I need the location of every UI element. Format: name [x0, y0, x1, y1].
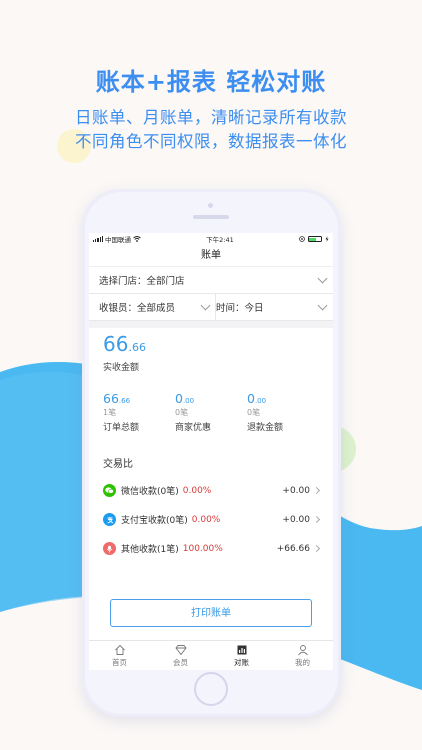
stat-merchant-discount: 0.00 0笔 商家优惠: [175, 391, 212, 433]
wifi-icon: [133, 236, 141, 242]
promo-subtitle-2: 不同角色不同权限，数据报表一体化: [75, 132, 347, 151]
member-icon: [174, 644, 187, 655]
phone-camera: [208, 203, 213, 208]
stat-refund-amount: 0.00 0笔 退款金额: [247, 391, 284, 433]
phone-speaker: [193, 215, 229, 219]
tab-report[interactable]: 对账: [211, 641, 272, 670]
actual-income-block: 66.66 实收金额: [89, 328, 333, 381]
actual-income-value: 66.66: [103, 332, 146, 356]
chevron-down-icon: [200, 300, 211, 310]
status-time: 下午2:41: [206, 236, 234, 244]
other-pay-icon: [103, 542, 116, 555]
page-title: 账单: [89, 245, 333, 267]
report-icon: [237, 645, 246, 654]
trade-ratio-title: 交易比: [103, 459, 133, 470]
tab-home[interactable]: 首页: [89, 641, 150, 670]
app-screen: 中国联通 下午2:41 账单 选择门店：全部门店 收银员：全部成员 时间：今日 …: [89, 233, 333, 670]
stat-order-total: 66.66 1笔 订单总额: [103, 391, 140, 433]
actual-income-label: 实收金额: [103, 363, 140, 373]
store-filter[interactable]: 选择门店：全部门店: [89, 267, 333, 294]
tab-bar: 首页 会员 对账 我的: [89, 640, 333, 670]
alipay-icon: [103, 513, 116, 526]
trade-row-other[interactable]: 其他收款(1笔) 100.00% +66.66: [89, 534, 333, 563]
time-filter-label: 时间：今日: [216, 303, 264, 314]
wechat-icon: [103, 484, 116, 497]
tab-member[interactable]: 会员: [150, 641, 211, 670]
profile-icon: [297, 644, 308, 655]
signal-icon: [93, 236, 103, 242]
trade-row-alipay[interactable]: 支付宝收款(0笔) 0.00% +0.00: [89, 505, 333, 534]
home-icon: [114, 644, 125, 655]
charging-icon: [325, 236, 329, 242]
chevron-right-icon: [312, 515, 321, 524]
chevron-down-icon: [317, 273, 328, 283]
trade-name: 其他收款(1笔): [121, 545, 179, 555]
print-bill-button[interactable]: 打印账单: [110, 599, 312, 627]
promo-headline: 账本+报表 轻松对账: [95, 68, 327, 96]
trade-row-wechat[interactable]: 微信收款(0笔) 0.00% +0.00: [89, 476, 333, 505]
chevron-down-icon: [317, 300, 328, 310]
trade-name: 微信收款(0笔): [121, 487, 179, 497]
trade-amount: +66.66: [276, 543, 310, 554]
trade-amount: +0.00: [282, 485, 310, 496]
promo-subtitle-1: 日账单、月账单，清晰记录所有收款: [75, 108, 347, 127]
store-filter-label: 选择门店：全部门店: [99, 276, 185, 287]
trade-percent: 0.00%: [191, 514, 221, 525]
trade-percent: 100.00%: [182, 543, 223, 554]
chevron-right-icon: [312, 544, 321, 553]
chevron-right-icon: [312, 486, 321, 495]
trade-amount: +0.00: [282, 514, 310, 525]
filter-row-secondary: 收银员：全部成员 时间：今日: [89, 293, 333, 321]
time-filter[interactable]: 时间：今日: [216, 300, 328, 314]
trade-percent: 0.00%: [182, 485, 212, 496]
summary-stats: 66.66 1笔 订单总额 0.00 0笔 商家优惠 0.00 0笔 退款金额: [89, 381, 333, 433]
lock-rotation-icon: [299, 236, 305, 242]
phone-home-button[interactable]: [194, 672, 228, 706]
cashier-filter-label: 收银员：全部成员: [99, 303, 176, 314]
cashier-filter[interactable]: 收银员：全部成员: [99, 300, 211, 314]
trade-name: 支付宝收款(0笔): [121, 516, 188, 526]
status-bar: 中国联通 下午2:41: [89, 233, 333, 245]
tab-profile[interactable]: 我的: [272, 641, 333, 670]
carrier-name: 中国联通: [104, 236, 131, 244]
battery-icon: [307, 236, 322, 242]
